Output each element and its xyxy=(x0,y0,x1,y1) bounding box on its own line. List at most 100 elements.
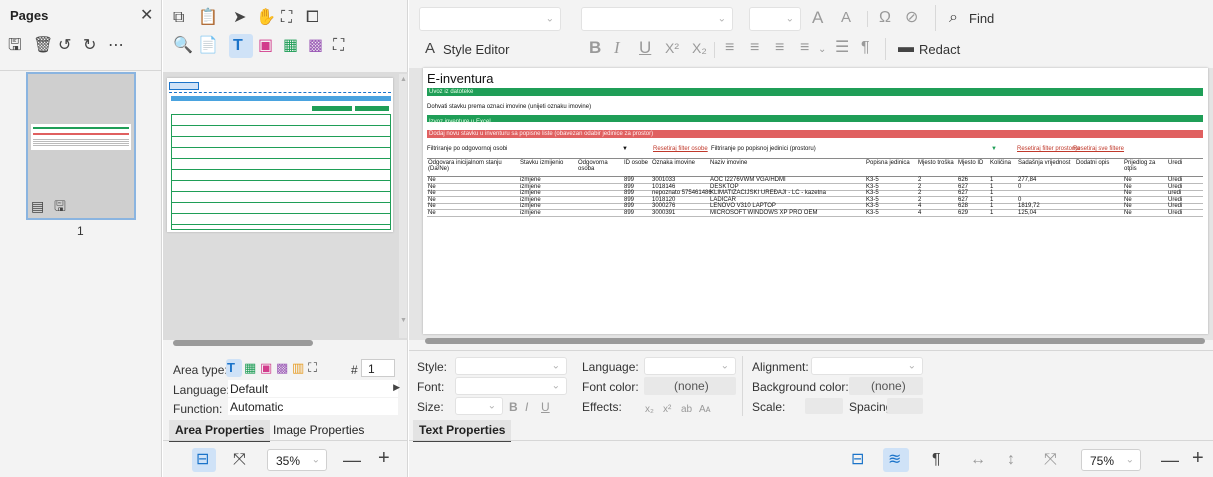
horizontal-scrollbar[interactable] xyxy=(173,340,313,346)
language-prop-select[interactable]: ⌄ xyxy=(644,357,736,375)
text-zoom-select[interactable]: 75% ⌄ xyxy=(1081,449,1141,471)
text-zoom-in-icon[interactable]: + xyxy=(1192,448,1204,468)
style-select[interactable]: ⌄ xyxy=(419,7,561,31)
filter-person-dropdown-icon[interactable]: ▼ xyxy=(622,146,628,152)
scale-field[interactable] xyxy=(805,398,843,414)
superscript-icon[interactable]: X² xyxy=(665,40,679,56)
redact-button[interactable]: Redact xyxy=(919,42,960,57)
show-formatting-icon[interactable]: ¶ xyxy=(932,452,941,468)
rotate-left-icon[interactable]: ↺ xyxy=(58,38,71,54)
tab-text-properties[interactable]: Text Properties xyxy=(413,420,512,442)
picture-area-icon[interactable]: ▣ xyxy=(258,38,273,54)
small-caps-effect-icon[interactable]: Aᴀ xyxy=(699,402,711,418)
search-icon[interactable]: ⌕ xyxy=(949,10,958,26)
image-canvas[interactable]: ▲ ▼ xyxy=(163,72,408,346)
subscript-effect-icon[interactable]: x₂ xyxy=(645,402,654,418)
bold-icon[interactable]: B xyxy=(589,39,601,56)
underline-icon[interactable]: U xyxy=(639,39,651,56)
scroll-down-icon[interactable]: ▼ xyxy=(400,317,407,324)
bold-prop-icon[interactable]: B xyxy=(509,399,518,415)
reset-person-filter-link[interactable]: Resetiraj filter osobe xyxy=(653,146,708,152)
selected-area[interactable] xyxy=(169,82,199,90)
fit-width-icon[interactable]: ↔ xyxy=(970,452,986,468)
spacing-field[interactable] xyxy=(887,398,923,414)
text-zoom-out-icon[interactable]: — xyxy=(1161,451,1179,469)
picture-area-type-icon[interactable]: ▣ xyxy=(260,360,272,376)
fit-all-icon[interactable]: ⤧ xyxy=(1044,452,1057,468)
chevron-down-icon[interactable]: ⌄ xyxy=(818,42,826,58)
decrease-font-icon[interactable]: A xyxy=(841,10,851,26)
page-thumbnail[interactable]: ▤ 🖫 xyxy=(26,72,136,220)
fit-height-icon[interactable]: ↕ xyxy=(1007,452,1015,468)
word-wrap-icon[interactable]: ≋ xyxy=(888,452,901,468)
save-icon[interactable]: 🖫 xyxy=(8,38,22,54)
style-prop-select[interactable]: ⌄ xyxy=(455,357,567,375)
underline-prop-icon[interactable]: U xyxy=(541,399,550,415)
insert-symbol-icon[interactable]: Ω xyxy=(879,10,891,26)
more-icon[interactable]: ⋯ xyxy=(108,38,124,54)
function-select[interactable]: Automatic xyxy=(228,398,398,415)
pointer-icon[interactable]: ➤ xyxy=(233,10,246,26)
hand-icon[interactable]: ✋ xyxy=(256,10,276,26)
text-canvas[interactable]: E-inventura Uvoz iz datoteke Dohvati sta… xyxy=(409,68,1213,344)
align-left-icon[interactable]: ≡ xyxy=(725,40,734,56)
link-icon[interactable]: ⊘ xyxy=(905,10,918,26)
font-color-field[interactable]: (none) xyxy=(644,377,736,395)
style-editor-button[interactable]: Style Editor xyxy=(443,42,509,57)
paragraph-icon[interactable]: ¶ xyxy=(861,40,870,56)
text-area-icon[interactable]: T xyxy=(233,38,243,54)
zoom-out-icon[interactable]: — xyxy=(343,451,361,469)
justify-icon[interactable]: ≡ xyxy=(800,40,809,56)
horizontal-scrollbar[interactable] xyxy=(425,338,1205,344)
save-page-icon[interactable]: 🖫 xyxy=(54,198,66,214)
background-area-type-icon[interactable]: ▩ xyxy=(276,360,288,376)
reset-all-filters-link[interactable]: Resetiraj sve filtere xyxy=(1073,146,1124,152)
font-size-select[interactable]: ⌄ xyxy=(749,7,801,31)
rotate-right-icon[interactable]: ↻ xyxy=(83,38,96,54)
tab-area-properties[interactable]: Area Properties xyxy=(169,420,271,442)
vertical-scrollbar[interactable]: ▲ ▼ xyxy=(399,74,407,338)
font-prop-select[interactable]: ⌄ xyxy=(455,377,567,395)
strikethrough-effect-icon[interactable]: ab xyxy=(681,402,692,418)
find-button[interactable]: Find xyxy=(969,11,994,26)
filter-location-dropdown-icon[interactable]: ▼ xyxy=(991,146,997,152)
edit-image-icon[interactable]: ⧉ xyxy=(173,10,184,26)
paste-icon[interactable]: 📋 xyxy=(198,10,218,26)
copy-icon[interactable]: 📄 xyxy=(198,38,218,54)
close-icon[interactable]: ✕ xyxy=(140,8,153,24)
recognize-icon[interactable]: 🔍 xyxy=(173,38,193,54)
alignment-select[interactable]: ⌄ xyxy=(811,357,923,375)
area-number-field[interactable]: 1 xyxy=(361,359,395,377)
superscript-effect-icon[interactable]: x² xyxy=(663,402,671,418)
align-right-icon[interactable]: ≡ xyxy=(775,40,784,56)
text-area-type-icon[interactable]: T xyxy=(227,360,235,376)
barcode-area-icon[interactable]: ⛶ xyxy=(333,38,344,54)
fit-page-icon[interactable]: ⊟ xyxy=(196,452,209,468)
background-area-icon[interactable]: ▩ xyxy=(308,38,323,54)
redact-icon[interactable]: ▬ xyxy=(898,40,914,56)
italic-icon[interactable]: I xyxy=(614,39,620,56)
italic-prop-icon[interactable]: I xyxy=(525,399,528,415)
fit-width-icon[interactable]: ⤧ xyxy=(233,452,246,468)
style-editor-icon[interactable]: A xyxy=(425,41,435,57)
blank-area-type-icon[interactable]: ⛶ xyxy=(308,360,317,376)
select-area-icon[interactable]: ⛶ xyxy=(281,10,292,26)
background-color-field[interactable]: (none) xyxy=(849,377,923,395)
fit-page-icon[interactable]: ⊟ xyxy=(851,452,864,468)
scroll-up-icon[interactable]: ▲ xyxy=(400,76,407,83)
zoom-in-icon[interactable]: + xyxy=(378,448,390,468)
increase-font-icon[interactable]: A xyxy=(812,9,823,26)
reset-location-filter-link[interactable]: Resetiraj filter prostorija xyxy=(1017,146,1080,152)
table-area-type-icon[interactable]: ▦ xyxy=(244,360,256,376)
language-select[interactable]: Default ▶ xyxy=(228,380,400,397)
delete-icon[interactable]: 🗑 xyxy=(33,38,53,54)
tab-image-properties[interactable]: Image Properties xyxy=(267,420,370,440)
line-spacing-icon[interactable]: ☰ xyxy=(835,40,849,56)
size-prop-select[interactable]: ⌄ xyxy=(455,397,503,415)
table-area-icon[interactable]: ▦ xyxy=(283,38,298,54)
barcode-area-type-icon[interactable]: ▥ xyxy=(292,360,304,376)
font-select[interactable]: ⌄ xyxy=(581,7,733,31)
crop-icon[interactable]: ⧠ xyxy=(306,10,319,26)
zoom-select[interactable]: 35% ⌄ xyxy=(267,449,327,471)
align-center-icon[interactable]: ≡ xyxy=(750,40,759,56)
